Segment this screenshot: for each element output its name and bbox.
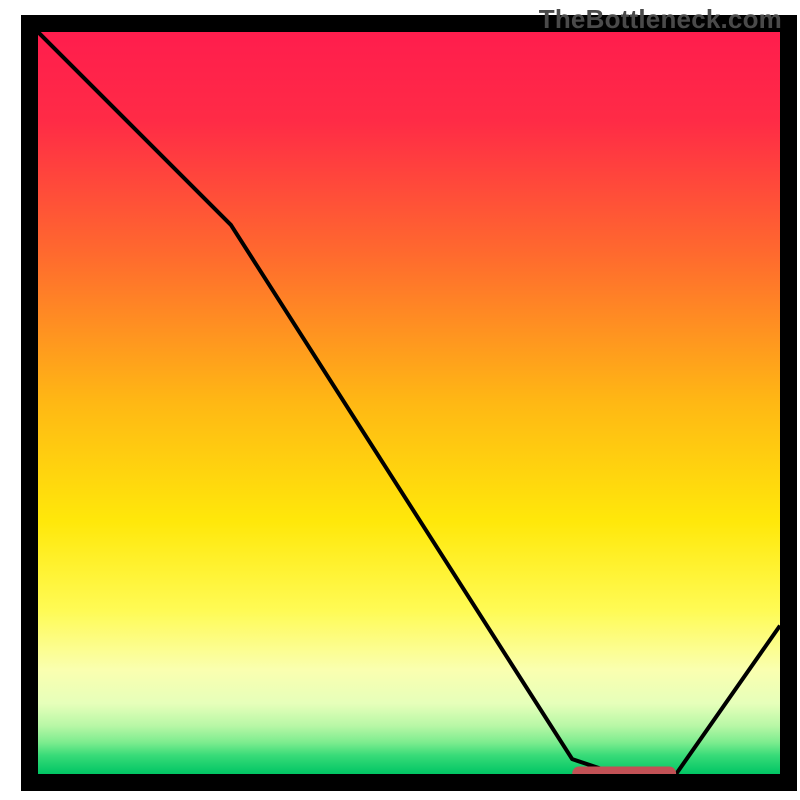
watermark-text: TheBottleneck.com <box>539 4 782 35</box>
chart-stage: TheBottleneck.com <box>0 0 800 800</box>
plot-area <box>30 24 789 783</box>
bottleneck-chart <box>0 0 800 800</box>
